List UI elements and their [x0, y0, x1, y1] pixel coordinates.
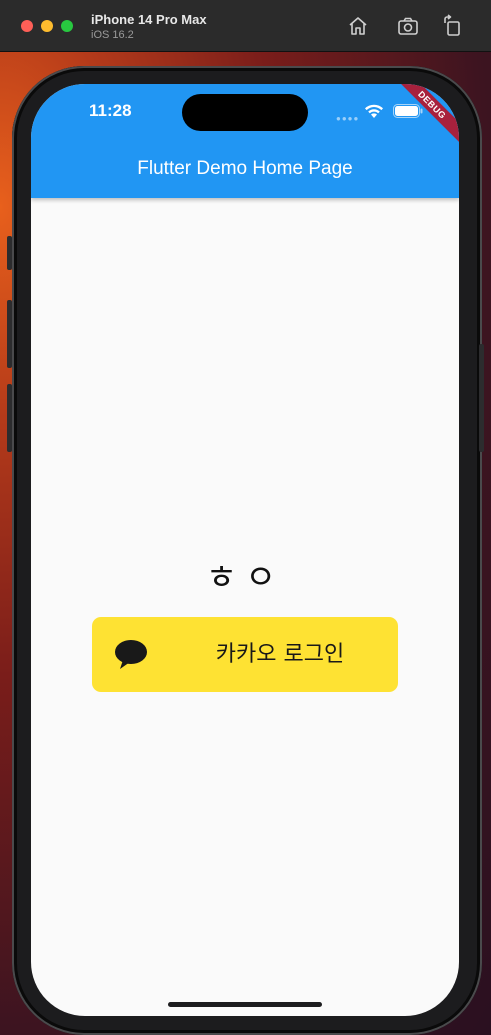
- maximize-window-button[interactable]: [61, 20, 73, 32]
- home-indicator[interactable]: [168, 1002, 322, 1007]
- simulator-window: iPhone 14 Pro Max iOS 16.2 11:28 ●●●● DE…: [0, 0, 491, 1035]
- screenshot-icon[interactable]: [396, 14, 420, 38]
- page-title: Flutter Demo Home Page: [137, 158, 353, 179]
- dynamic-island: [182, 94, 308, 131]
- device-name: iPhone 14 Pro Max: [91, 12, 207, 27]
- kakao-login-button[interactable]: 카카오 로그인: [92, 617, 398, 692]
- kakao-login-label: 카카오 로그인: [215, 642, 345, 667]
- home-icon[interactable]: [346, 14, 370, 38]
- power-button: [479, 344, 484, 452]
- close-window-button[interactable]: [21, 20, 33, 32]
- status-time: 11:28: [89, 101, 132, 120]
- speech-bubble-icon: [115, 640, 147, 669]
- minimize-window-button[interactable]: [41, 20, 53, 32]
- os-version: iOS 16.2: [91, 29, 134, 41]
- simulator-titlebar: iPhone 14 Pro Max iOS 16.2: [0, 0, 491, 52]
- greeting-text: ㅎㅇ: [205, 558, 285, 598]
- phone-screen: 11:28 ●●●● DEBUG Flutter Demo Home Page …: [31, 84, 459, 1016]
- action-button: [7, 236, 12, 270]
- app-bar: 11:28 ●●●● DEBUG Flutter Demo Home Page: [31, 84, 459, 198]
- wifi-icon: [365, 104, 383, 118]
- cellular-signal-icon: ●●●●: [336, 114, 360, 123]
- battery-icon: [393, 104, 423, 118]
- volume-down-button: [7, 384, 12, 452]
- volume-up-button: [7, 300, 12, 368]
- rotate-icon[interactable]: [441, 14, 465, 38]
